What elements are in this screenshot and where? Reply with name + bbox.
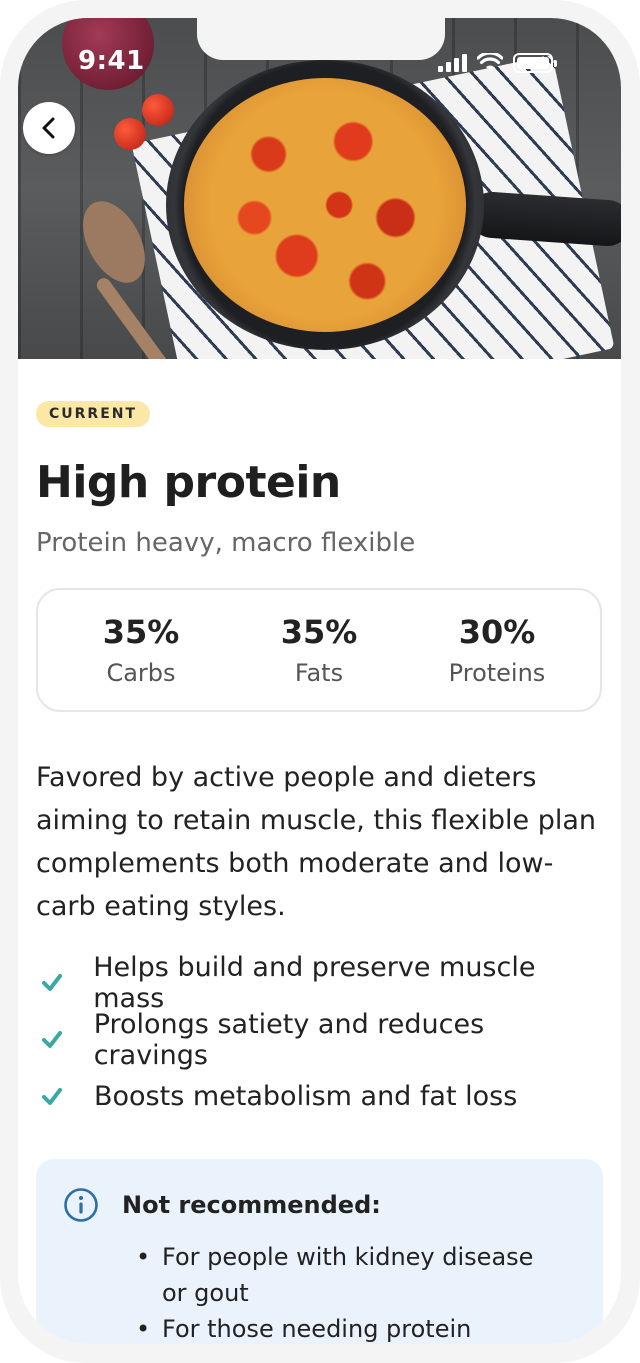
checkmark-icon [42, 973, 71, 992]
checkmark-icon [42, 1087, 72, 1106]
diet-subtitle: Protein heavy, macro flexible [36, 528, 416, 558]
screen: 9:41 CURRENT High protein Protein heavy,… [18, 18, 621, 1344]
checkmark-icon [42, 1030, 72, 1049]
benefit-text: Prolongs satiety and reduces cravings [93, 1008, 485, 1071]
macro-label: Proteins [448, 659, 546, 687]
benefit-text: Boosts metabolism and fat loss [94, 1081, 518, 1112]
notice-title: Not recommended: [122, 1191, 381, 1219]
not-recommended-notice: Not recommended: • For people with kidne… [36, 1159, 603, 1344]
diet-details: CURRENT High protein Protein heavy, macr… [36, 401, 602, 1125]
status-icons [438, 52, 557, 74]
benefit-text: Helps build and preserve muscle mass [93, 951, 536, 1014]
status-time: 9:41 [78, 46, 145, 76]
macro-label: Fats [294, 659, 344, 687]
frittata [184, 78, 466, 332]
macro-breakdown-card: 35% Carbs 35% Fats 30% Proteins [36, 588, 602, 712]
benefits-list: Helps build and preserve muscle mass Pro… [36, 951, 602, 1125]
benefit-item: Boosts metabolism and fat loss [36, 1068, 602, 1125]
macro-value: 30% [458, 613, 536, 651]
macro-fats: 35% Fats [239, 613, 399, 687]
current-badge: CURRENT [36, 401, 151, 427]
macro-label: Carbs [106, 659, 176, 687]
notch [197, 18, 445, 60]
back-button[interactable] [23, 102, 75, 154]
battery-level [517, 57, 549, 69]
cherry-tomato [142, 94, 174, 126]
notice-item: • For those needing protein [136, 1311, 556, 1344]
bullet: • [136, 1315, 151, 1343]
macro-proteins: 30% Proteins [417, 613, 577, 687]
diet-description: Favored by active people and dieters aim… [36, 762, 597, 922]
macro-carbs: 35% Carbs [61, 613, 221, 687]
cherry-tomato [114, 118, 146, 150]
notice-item-text: For those needing protein [162, 1315, 472, 1343]
battery-icon [513, 53, 557, 73]
benefit-item: Prolongs satiety and reduces cravings [36, 1008, 602, 1071]
notice-item-text: For people with kidney disease or gout [162, 1243, 534, 1307]
notice-list: • For people with kidney disease or gout… [136, 1239, 556, 1344]
macro-value: 35% [102, 613, 180, 651]
notice-item: • For people with kidney disease or gout [136, 1239, 556, 1311]
chevron-left-icon [42, 117, 55, 139]
info-icon [64, 1188, 98, 1222]
macro-value: 35% [280, 613, 358, 651]
wifi-icon [477, 53, 503, 71]
phone-frame: 9:41 CURRENT High protein Protein heavy,… [0, 0, 640, 1363]
diet-title: High protein [36, 457, 341, 508]
bullet: • [136, 1243, 151, 1271]
cellular-signal-icon [438, 54, 467, 72]
benefit-item: Helps build and preserve muscle mass [36, 951, 602, 1014]
